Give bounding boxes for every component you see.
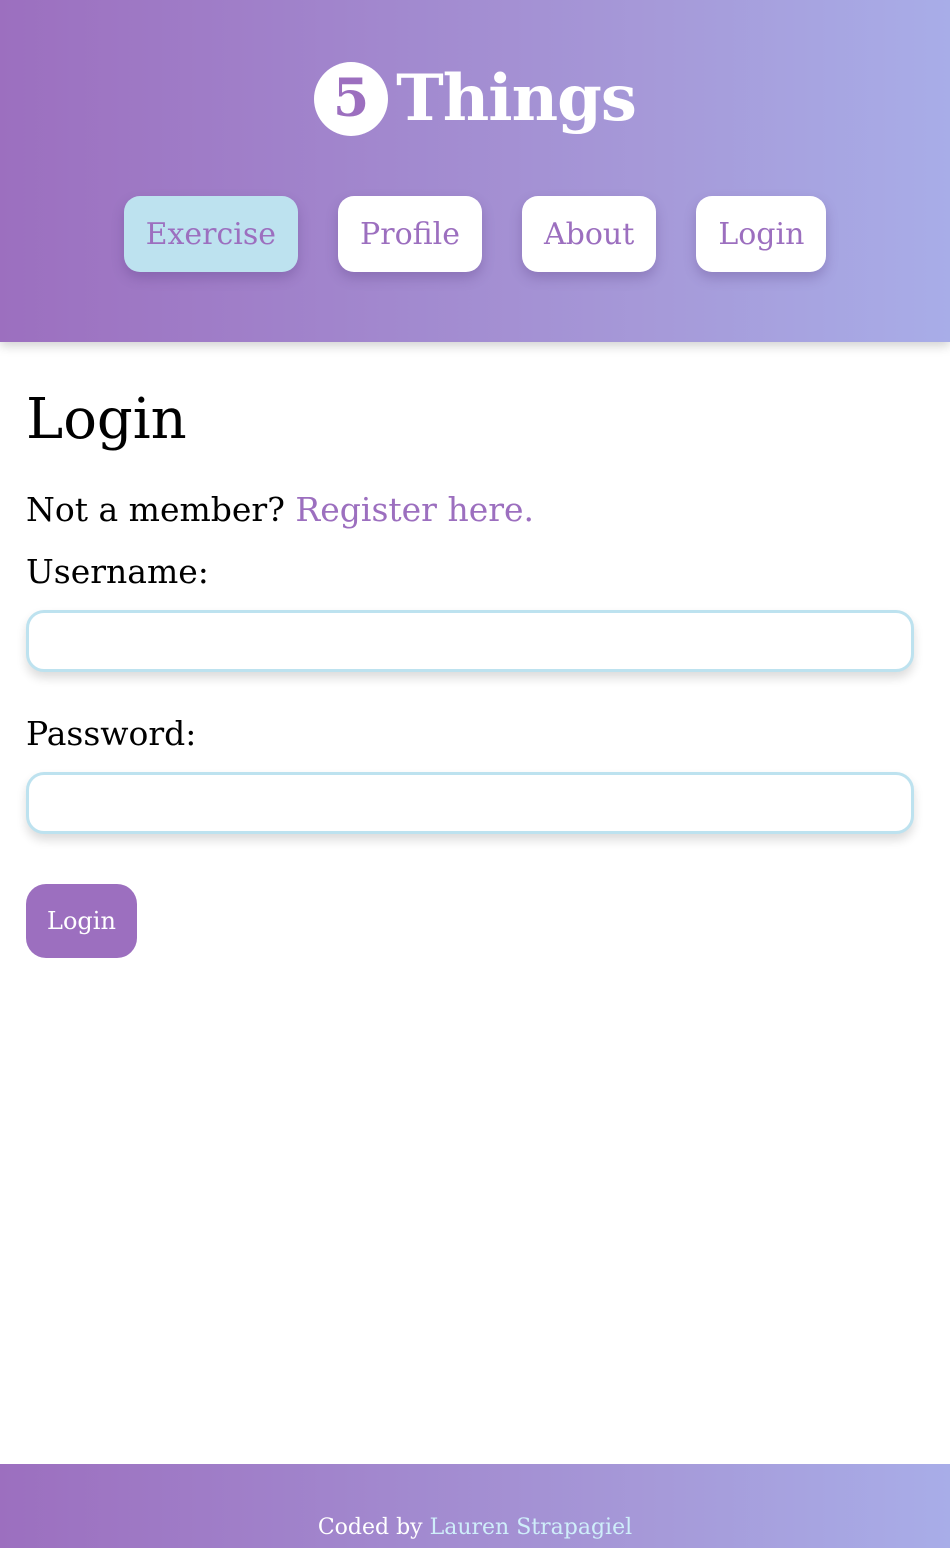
- page: 5 Things Exercise Profile About Login Lo…: [0, 0, 950, 1548]
- login-submit-button[interactable]: Login: [26, 884, 137, 958]
- nav-exercise-button[interactable]: Exercise: [123, 196, 299, 272]
- nav-about-button[interactable]: About: [522, 196, 657, 272]
- register-prompt-text: Not a member?: [26, 490, 285, 529]
- register-link[interactable]: Register here.: [295, 490, 534, 529]
- footer-author-link[interactable]: Lauren Strapagiel: [430, 1515, 633, 1540]
- main-nav: Exercise Profile About Login: [0, 196, 950, 272]
- nav-login-button[interactable]: Login: [696, 196, 827, 272]
- footer-coded-by: Coded by: [317, 1515, 423, 1540]
- password-input[interactable]: [26, 772, 914, 834]
- username-input[interactable]: [26, 610, 914, 672]
- password-label: Password:: [26, 714, 197, 753]
- login-form-section: Login Not a member? Register here. Usern…: [26, 342, 914, 958]
- site-header: 5 Things Exercise Profile About Login: [0, 0, 950, 342]
- logo-text: Things: [396, 61, 637, 136]
- logo[interactable]: 5 Things: [0, 62, 950, 136]
- number-5-circle-icon: 5: [314, 62, 389, 136]
- register-prompt-line: Not a member? Register here.: [26, 492, 914, 528]
- nav-profile-button[interactable]: Profile: [338, 196, 482, 272]
- site-footer: Coded by Lauren Strapagiel: [0, 1464, 950, 1548]
- username-label: Username:: [26, 552, 209, 591]
- page-title: Login: [26, 387, 187, 452]
